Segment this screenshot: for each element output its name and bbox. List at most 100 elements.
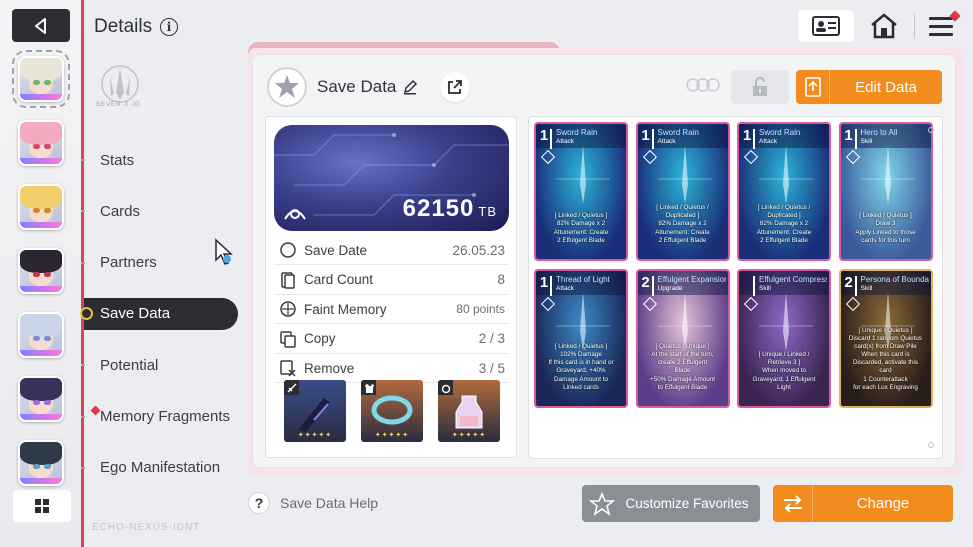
lock-button[interactable] — [731, 70, 789, 104]
nav-tick — [81, 364, 85, 367]
nav-item-save-data[interactable]: Save Data — [80, 297, 238, 330]
card-type: Skill — [860, 138, 873, 145]
nav-item-cards[interactable]: Cards — [81, 195, 238, 227]
portrait-hair — [20, 186, 62, 210]
rarity-stars: ✦✦✦✦✦ — [451, 431, 487, 439]
card-cost-divider — [550, 129, 552, 149]
customize-favorites-button[interactable]: Customize Favorites — [582, 485, 760, 522]
nav-item-label: Cards — [100, 202, 141, 220]
card-cost-divider — [854, 276, 857, 296]
nav-tick — [81, 210, 85, 213]
character-portrait[interactable] — [18, 440, 64, 486]
deck-card[interactable]: 2 Effulgent Expansion Upgrade [ Quietus … — [635, 269, 730, 408]
portrait-eye — [43, 79, 51, 85]
deck-card[interactable]: 1 Thread of Light Attack [ Linked / Quie… — [534, 269, 628, 408]
tb-balance-card: 62150 TB — [274, 125, 509, 231]
edit-data-label: Edit Data — [855, 78, 917, 96]
deck-card[interactable]: 1 Hero to All Skill [ Linked / Quietus ]… — [838, 122, 933, 261]
scroll-indicator-bottom — [928, 442, 934, 448]
character-portrait[interactable] — [18, 120, 64, 166]
card-type: Upgrade — [657, 285, 683, 292]
change-button[interactable]: Change — [773, 485, 953, 522]
portrait-eye — [43, 143, 51, 149]
portrait-eye — [33, 79, 41, 85]
nav-item-memory-fragments[interactable]: Memory Fragments — [81, 401, 238, 433]
tb-amount: 62150 TB — [403, 195, 497, 223]
character-portrait[interactable] — [18, 184, 64, 230]
nav-item-label: Save Data — [100, 305, 171, 323]
equipment-slot-armor[interactable]: ✦✦✦✦✦ — [361, 380, 423, 442]
portrait-eye — [43, 271, 51, 277]
card-name: Sword Rain — [657, 128, 699, 137]
share-icon — [448, 80, 463, 94]
save-data-help-link[interactable]: ? Save Data Help — [248, 492, 378, 514]
edit-data-button[interactable]: Edit Data — [796, 70, 942, 104]
portrait-hair — [20, 58, 62, 82]
stat-label: Remove — [304, 360, 355, 376]
portrait-eye — [33, 271, 41, 277]
card-description: [ Unique / Quietus ] Discard 1 random Qu… — [848, 326, 923, 391]
home-button[interactable] — [868, 10, 900, 42]
deck-card[interactable]: Effulgent Compression Skill [ Unique / L… — [737, 269, 831, 408]
stat-value: 26.05.23 — [452, 242, 505, 258]
portrait-glow — [20, 94, 62, 100]
portrait-glow — [20, 286, 62, 292]
card-cost: 2 — [844, 274, 853, 291]
nav-item-potential[interactable]: Potential — [81, 349, 238, 381]
equipment-slot-weapon[interactable]: ✦✦✦✦✦ — [284, 380, 346, 442]
card-description: [ Linked / Quietus / Duplicated ] 82% Da… — [756, 204, 812, 244]
favorites-icon-wrap — [582, 491, 622, 516]
page-title-group: Details i — [94, 16, 179, 38]
nav-item-label: Partners — [100, 254, 157, 272]
character-portrait[interactable] — [18, 312, 64, 358]
profile-card-button[interactable] — [798, 10, 854, 42]
stat-row-card-count: Card Count 8 — [274, 266, 509, 295]
nav-item-label: Memory Fragments — [100, 408, 231, 425]
main-menu-button[interactable] — [929, 10, 961, 42]
scroll-indicator-top — [928, 127, 934, 133]
card-type: Skill — [759, 285, 771, 292]
deck-card[interactable]: 1 Sword Rain Attack [ Linked / Quietus ]… — [534, 122, 628, 261]
change-label: Change — [856, 495, 910, 512]
deck-card[interactable]: 1 Sword Rain Attack [ Linked / Quietus /… — [737, 122, 831, 261]
nav-item-ego-manifestation[interactable]: Ego Manifestation — [81, 452, 238, 484]
stat-row-save-date: Save Date 26.05.23 — [274, 236, 509, 265]
mouse-cursor-icon — [215, 238, 233, 265]
save-data-panel: Save Data Edit Data 62150 TB Save Date 2… — [252, 54, 956, 468]
character-portrait[interactable] — [18, 376, 64, 422]
card-cost: 1 — [742, 127, 752, 144]
character-portrait[interactable] — [18, 248, 64, 294]
deck-card[interactable]: 2 Persona of Boundary Skill [ Unique / Q… — [838, 269, 933, 408]
grid-icon — [35, 499, 49, 513]
card-name: Sword Rain — [759, 128, 801, 137]
menu-icon-line — [929, 32, 953, 36]
card-cost-divider — [550, 276, 552, 296]
star-badge-icon — [275, 75, 299, 98]
document-edit-icon — [804, 77, 821, 97]
card-description: [ Linked / Quietus ] 102% Damage If this… — [548, 342, 614, 391]
grid-view-button[interactable] — [13, 490, 71, 522]
info-icon[interactable]: i — [160, 18, 179, 36]
faint-memory-icon — [278, 299, 298, 319]
deck-card[interactable]: 1 Sword Rain Attack [ Linked / Quietus /… — [635, 122, 730, 261]
portrait-eye — [33, 399, 41, 405]
stat-label: Card Count — [304, 272, 374, 287]
armor-icon — [361, 380, 376, 395]
save-data-header: Save Data — [267, 67, 471, 107]
portrait-hair — [20, 442, 62, 466]
back-button[interactable] — [12, 9, 70, 42]
save-data-title: Save Data — [317, 77, 397, 96]
save-data-badge — [267, 67, 307, 107]
stat-row-copy: Copy 2 / 3 — [274, 325, 509, 354]
portrait-eye — [43, 207, 51, 213]
share-button[interactable] — [440, 72, 471, 102]
card-cost: 1 — [641, 127, 650, 144]
character-portrait[interactable] — [12, 50, 70, 108]
pencil-icon[interactable] — [402, 79, 418, 95]
stat-label: Copy — [304, 331, 336, 346]
equipment-slot-accessory[interactable]: ✦✦✦✦✦ — [438, 380, 500, 442]
home-icon — [871, 13, 897, 39]
nav-item-stats[interactable]: Stats — [81, 144, 238, 176]
portrait-hair — [20, 122, 62, 146]
question-icon: ? — [248, 492, 270, 514]
